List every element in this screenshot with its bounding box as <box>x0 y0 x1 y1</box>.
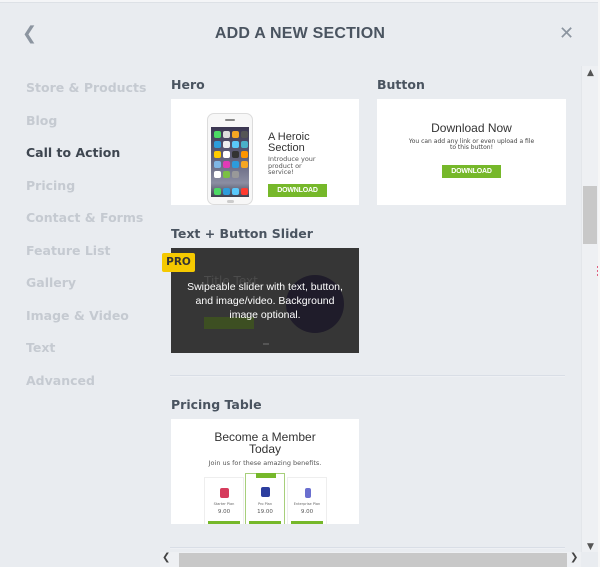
vertical-scrollbar-thumb[interactable] <box>583 186 597 244</box>
horizontal-scrollbar-thumb[interactable] <box>179 553 567 567</box>
sidebar-item-advanced[interactable]: Advanced <box>26 371 156 404</box>
slider-description: Swipeable slider with text, button, and … <box>187 281 343 321</box>
sidebar-item-image-video[interactable]: Image & Video <box>26 306 156 339</box>
button-preview-download-button: DOWNLOAD <box>442 165 501 178</box>
section-gallery: Hero A Heroic Section Introduce your pro… <box>160 66 580 550</box>
slider-pagination-dots <box>263 343 269 345</box>
category-sidebar: Store & Products Blog Call to Action Pri… <box>26 78 156 403</box>
pricing-preview-subtext: Join us for these amazing benefits. <box>208 459 322 467</box>
panel-title: ADD A NEW SECTION <box>214 25 386 42</box>
close-icon[interactable]: ✕ <box>559 23 574 44</box>
sidebar-item-store-products[interactable]: Store & Products <box>26 78 156 111</box>
sidebar-item-call-to-action[interactable]: Call to Action <box>26 143 156 176</box>
sidebar-item-pricing[interactable]: Pricing <box>26 176 156 209</box>
hero-preview-heading: A Heroic Section <box>268 131 310 154</box>
scroll-left-icon[interactable]: ❮ <box>162 552 170 563</box>
slider-section-card[interactable]: Title Text Swipeable slider with text, b… <box>171 248 359 353</box>
scroll-right-icon[interactable]: ❯ <box>570 552 578 563</box>
pricing-plan-card: Enterprise Plan 9.00 <box>287 477 327 524</box>
hero-section-card[interactable]: A Heroic Section Introduce your product … <box>171 99 359 205</box>
button-section-card[interactable]: Download Now You can add any link or eve… <box>377 99 566 205</box>
pricing-preview-heading: Become a Member Today <box>214 430 316 456</box>
pro-badge: PRO <box>162 253 195 272</box>
sidebar-item-blog[interactable]: Blog <box>26 111 156 144</box>
panel-header: ❮ ADD A NEW SECTION ✕ <box>0 3 600 65</box>
hero-preview-download-button: DOWNLOAD <box>268 184 327 197</box>
horizontal-scrollbar[interactable]: ❮ ❯ <box>160 552 581 567</box>
section-divider <box>170 547 565 549</box>
section-title-pricing-table: Pricing Table <box>171 397 262 412</box>
phone-illustration <box>207 113 253 205</box>
vertical-scrollbar[interactable]: ▲ ▼ <box>581 66 598 552</box>
hero-preview-text: Introduce your product or service! <box>268 155 316 176</box>
scroll-up-icon[interactable]: ▲ <box>582 68 599 78</box>
sidebar-item-contact-forms[interactable]: Contact & Forms <box>26 208 156 241</box>
pricing-table-section-card[interactable]: Become a Member Today Join us for these … <box>171 419 359 524</box>
section-title-button: Button <box>377 77 425 92</box>
section-title-slider: Text + Button Slider <box>171 226 313 241</box>
pricing-plan-card: Starter Plan 9.00 <box>204 477 244 524</box>
scroll-down-icon[interactable]: ▼ <box>582 542 599 552</box>
section-divider <box>170 375 565 377</box>
button-preview-text: You can add any link or even upload a fi… <box>408 138 535 151</box>
sidebar-item-feature-list[interactable]: Feature List <box>26 241 156 274</box>
section-title-hero: Hero <box>171 77 205 92</box>
sidebar-item-gallery[interactable]: Gallery <box>26 273 156 306</box>
sidebar-item-text[interactable]: Text <box>26 338 156 371</box>
button-preview-heading: Download Now <box>431 121 512 135</box>
pricing-plan-card-featured: Pro Plan 19.00 <box>245 473 285 524</box>
